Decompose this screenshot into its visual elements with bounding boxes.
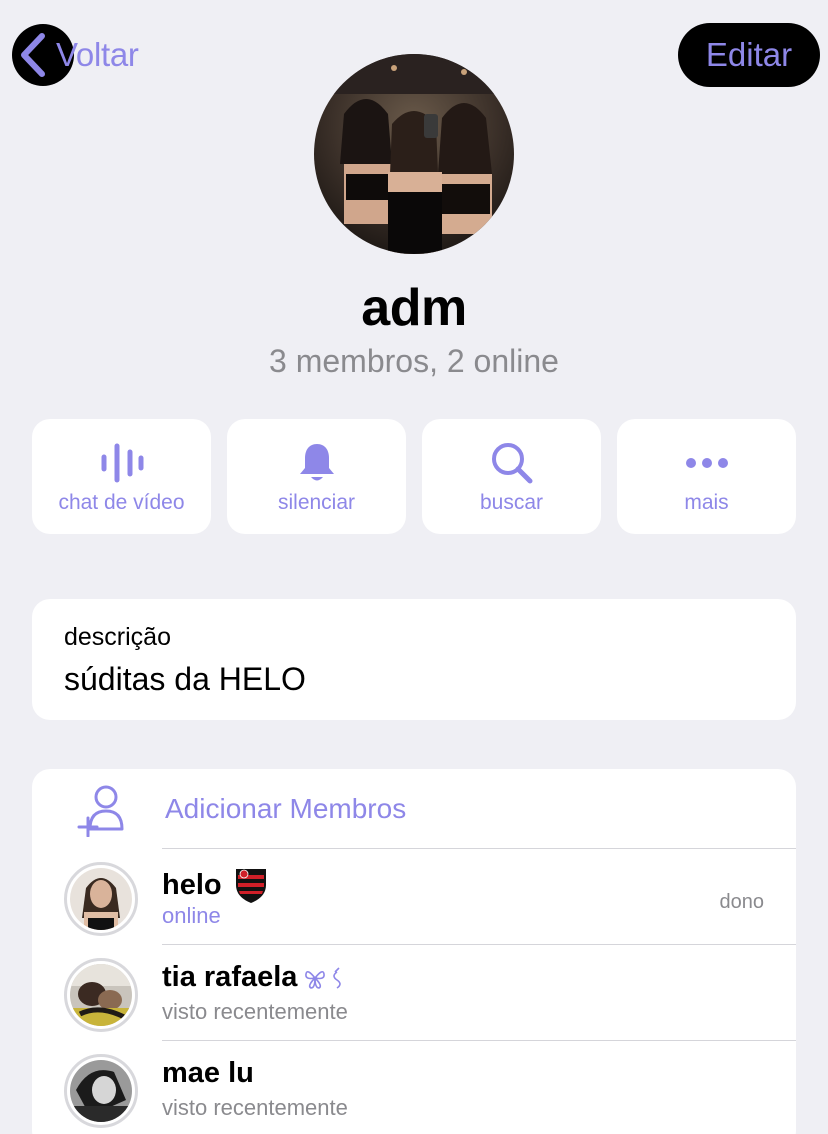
- description-title: descrição: [64, 623, 171, 651]
- search-button[interactable]: buscar: [422, 419, 601, 534]
- mute-label: silenciar: [277, 491, 356, 514]
- more-button[interactable]: mais: [617, 419, 796, 534]
- member-row-mae-lu[interactable]: mae lu visto recentemente: [32, 1041, 796, 1134]
- group-avatar[interactable]: [314, 54, 514, 254]
- chevron-left-icon: [21, 33, 45, 77]
- add-person-icon: [77, 785, 124, 837]
- group-name: adm: [361, 279, 467, 337]
- flamengo-badge-icon: [235, 869, 266, 903]
- butterfly-icon: [305, 966, 342, 989]
- add-members-label: Adicionar Membros: [165, 793, 407, 824]
- back-button-label: Voltar: [56, 36, 139, 73]
- member-row-helo[interactable]: helo online dono: [32, 849, 796, 945]
- mute-button[interactable]: silenciar: [227, 419, 406, 534]
- member-role: dono: [719, 891, 765, 913]
- member-status: visto recentemente: [162, 999, 348, 1024]
- video-chat-button[interactable]: chat de vídeo: [32, 419, 211, 534]
- avatar: [64, 958, 138, 1032]
- member-name: mae lu: [162, 1057, 254, 1090]
- avatar: [64, 1054, 138, 1128]
- waveform-icon: [101, 443, 143, 483]
- group-member-count: 3 membros, 2 online: [269, 343, 559, 379]
- description-card[interactable]: descrição súditas da HELO: [32, 599, 796, 720]
- member-name: helo: [162, 865, 268, 905]
- edit-button[interactable]: Editar: [678, 23, 820, 87]
- members-card: Adicionar Membros helo online dono tia r…: [32, 769, 796, 1134]
- member-name-text: mae lu: [162, 1057, 254, 1089]
- member-photo: [70, 964, 132, 1026]
- add-members-button[interactable]: Adicionar Membros: [32, 769, 796, 849]
- avatar: [64, 862, 138, 936]
- more-label: mais: [684, 491, 729, 514]
- member-status: visto recentemente: [162, 1095, 348, 1120]
- search-icon: [491, 443, 532, 484]
- back-button[interactable]: Voltar: [12, 24, 139, 86]
- member-name-text: helo: [162, 868, 222, 901]
- group-photo: [314, 54, 514, 254]
- action-buttons: chat de vídeo silenciar buscar mais: [32, 419, 796, 534]
- member-row-tia-rafaela[interactable]: tia rafaela visto recentemente: [32, 945, 796, 1041]
- group-info-screen: Voltar Editar adm 3 membros, 2 online ch…: [0, 0, 828, 1134]
- search-label: buscar: [479, 491, 544, 514]
- member-photo: [70, 868, 132, 930]
- member-status: online: [162, 903, 221, 928]
- bell-icon: [299, 444, 334, 481]
- member-name: tia rafaela: [162, 961, 345, 994]
- video-chat-label: chat de vídeo: [58, 491, 185, 514]
- member-photo: [70, 1060, 132, 1122]
- description-text: súditas da HELO: [64, 661, 306, 697]
- member-name-text: tia rafaela: [162, 961, 298, 993]
- more-dots-icon: [685, 458, 728, 468]
